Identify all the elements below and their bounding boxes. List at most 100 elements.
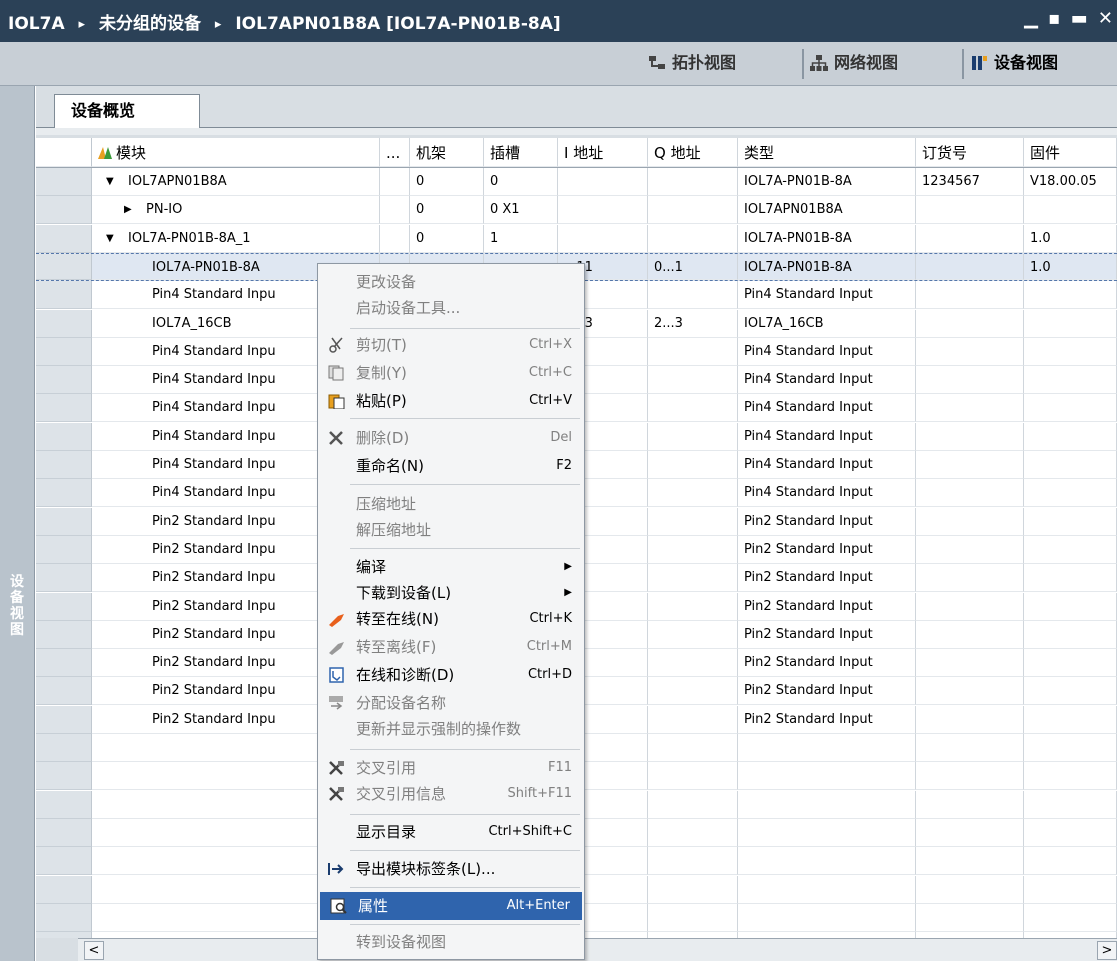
collapse-arrow-icon[interactable]: ▼ [106,225,114,252]
row-handle[interactable] [36,535,92,564]
cell-firmware[interactable]: 1.0 [1024,253,1117,280]
cell-order-number[interactable] [916,734,1024,762]
cell-rack[interactable]: 0 [410,224,484,253]
menu-go-to-device-view[interactable]: 转到设备视图 [318,928,584,956]
cell-type[interactable]: Pin2 Standard Input [738,592,916,621]
row-handle[interactable] [36,309,92,338]
cell-firmware[interactable] [1024,422,1117,451]
row-handle[interactable] [36,224,92,253]
cell-q-address[interactable] [648,790,738,819]
cell-type[interactable]: Pin2 Standard Input [738,535,916,564]
cell-type[interactable]: Pin2 Standard Input [738,620,916,649]
cell-firmware[interactable] [1024,790,1117,819]
cell-type[interactable] [738,847,916,876]
cell-firmware[interactable] [1024,620,1117,649]
cell-order-number[interactable] [916,224,1024,253]
cell-type[interactable] [738,818,916,847]
header-more[interactable]: ... [380,138,410,167]
menu-show-catalog[interactable]: 显示目录 Ctrl+Shift+C [318,818,584,846]
cell-type[interactable]: Pin2 Standard Input [738,507,916,536]
cell-order-number[interactable] [916,649,1024,678]
row-handle[interactable] [36,790,92,819]
cell-order-number[interactable] [916,592,1024,621]
cell-type[interactable] [738,790,916,819]
header-rack[interactable]: 机架 [410,138,484,167]
topology-view-button[interactable]: 拓扑视图 [642,49,736,79]
breadcrumb-device[interactable]: IOL7APN01B8A [IOL7A-PN01B-8A] [235,14,560,34]
cell-type[interactable]: IOL7A-PN01B-8A [738,224,916,253]
menu-update-force[interactable]: 更新并显示强制的操作数 [318,715,584,743]
cell-type[interactable]: IOL7APN01B8A [738,196,916,225]
cell-q-address[interactable] [648,620,738,649]
cell-type[interactable]: Pin4 Standard Input [738,422,916,451]
row-handle[interactable] [36,677,92,706]
cell-firmware[interactable] [1024,366,1117,395]
cell-firmware[interactable] [1024,564,1117,593]
row-handle[interactable] [36,366,92,395]
cell-i-address[interactable] [558,196,648,225]
cell-type[interactable]: Pin4 Standard Input [738,337,916,366]
menu-delete[interactable]: 删除(D) Del [318,424,584,452]
menu-export-module-labels[interactable]: 导出模块标签条(L)... [318,855,584,883]
menu-assign-device-name[interactable]: 分配设备名称 [318,689,584,717]
cell-type[interactable] [738,903,916,932]
menu-decompress-address[interactable]: 解压缩地址 [318,516,584,544]
cell-q-address[interactable] [648,847,738,876]
cell-q-address[interactable] [648,705,738,734]
cell-firmware[interactable] [1024,196,1117,225]
cell-firmware[interactable] [1024,847,1117,876]
menu-download-to-device[interactable]: 下载到设备(L) ▶ [318,579,584,607]
cell-q-address[interactable] [648,422,738,451]
cell-q-address[interactable] [648,875,738,904]
cell-module[interactable]: ▶ PN-IO [92,196,380,225]
row-handle[interactable] [36,507,92,536]
cell-firmware[interactable] [1024,451,1117,479]
cell-i-address[interactable] [558,168,648,196]
cell-q-address[interactable] [648,677,738,706]
row-handle[interactable] [36,875,92,904]
breadcrumb-group[interactable]: 未分组的设备 [99,14,201,34]
tab-device-overview[interactable]: 设备概览 [54,94,200,128]
cell-firmware[interactable] [1024,281,1117,310]
cell-q-address[interactable] [648,592,738,621]
cell-order-number[interactable] [916,479,1024,508]
cell-order-number[interactable] [916,366,1024,395]
device-view-side-strip[interactable]: 设备视图 [0,86,35,961]
menu-go-online[interactable]: 转至在线(N) Ctrl+K [318,605,584,633]
cell-q-address[interactable] [648,903,738,932]
cell-q-address[interactable] [648,762,738,791]
cell-q-address[interactable] [648,337,738,366]
cell-order-number[interactable] [916,677,1024,706]
cell-order-number[interactable] [916,196,1024,225]
header-firmware[interactable]: 固件 [1024,138,1117,167]
table-row[interactable]: ▶ PN-IO 0 0 X1 IOL7APN01B8A [36,196,1117,225]
cell-q-address[interactable] [648,366,738,395]
cell-order-number[interactable] [916,762,1024,791]
cell-type[interactable]: Pin2 Standard Input [738,564,916,593]
menu-go-offline[interactable]: 转至离线(F) Ctrl+M [318,633,584,661]
cell-q-address[interactable]: 0...1 [648,253,738,280]
row-handle[interactable] [36,649,92,678]
cell-firmware[interactable] [1024,337,1117,366]
cell-type[interactable]: Pin4 Standard Input [738,394,916,423]
menu-cut[interactable]: 剪切(T) Ctrl+X [318,331,584,359]
cell-order-number[interactable] [916,818,1024,847]
cell-type[interactable] [738,734,916,762]
menu-paste[interactable]: 粘贴(P) Ctrl+V [318,387,584,415]
cell-slot[interactable]: 1 [484,224,558,253]
cell-firmware[interactable]: V18.00.05 [1024,168,1117,196]
row-handle[interactable] [36,620,92,649]
cell-firmware[interactable] [1024,677,1117,706]
row-handle[interactable] [36,337,92,366]
table-row[interactable]: ▼ IOL7A-PN01B-8A_1 0 1 IOL7A-PN01B-8A 1.0 [36,224,1117,253]
cell-order-number[interactable] [916,875,1024,904]
cell-q-address[interactable] [648,564,738,593]
cell-order-number[interactable] [916,309,1024,338]
cell-rack[interactable]: 0 [410,168,484,196]
cell-type[interactable] [738,762,916,791]
cell-type[interactable]: IOL7A_16CB [738,309,916,338]
cell-order-number[interactable] [916,337,1024,366]
horizontal-scrollbar[interactable]: < > [78,938,1117,961]
cell-type[interactable]: Pin2 Standard Input [738,649,916,678]
menu-start-device-tool[interactable]: 启动设备工具... [318,294,584,322]
